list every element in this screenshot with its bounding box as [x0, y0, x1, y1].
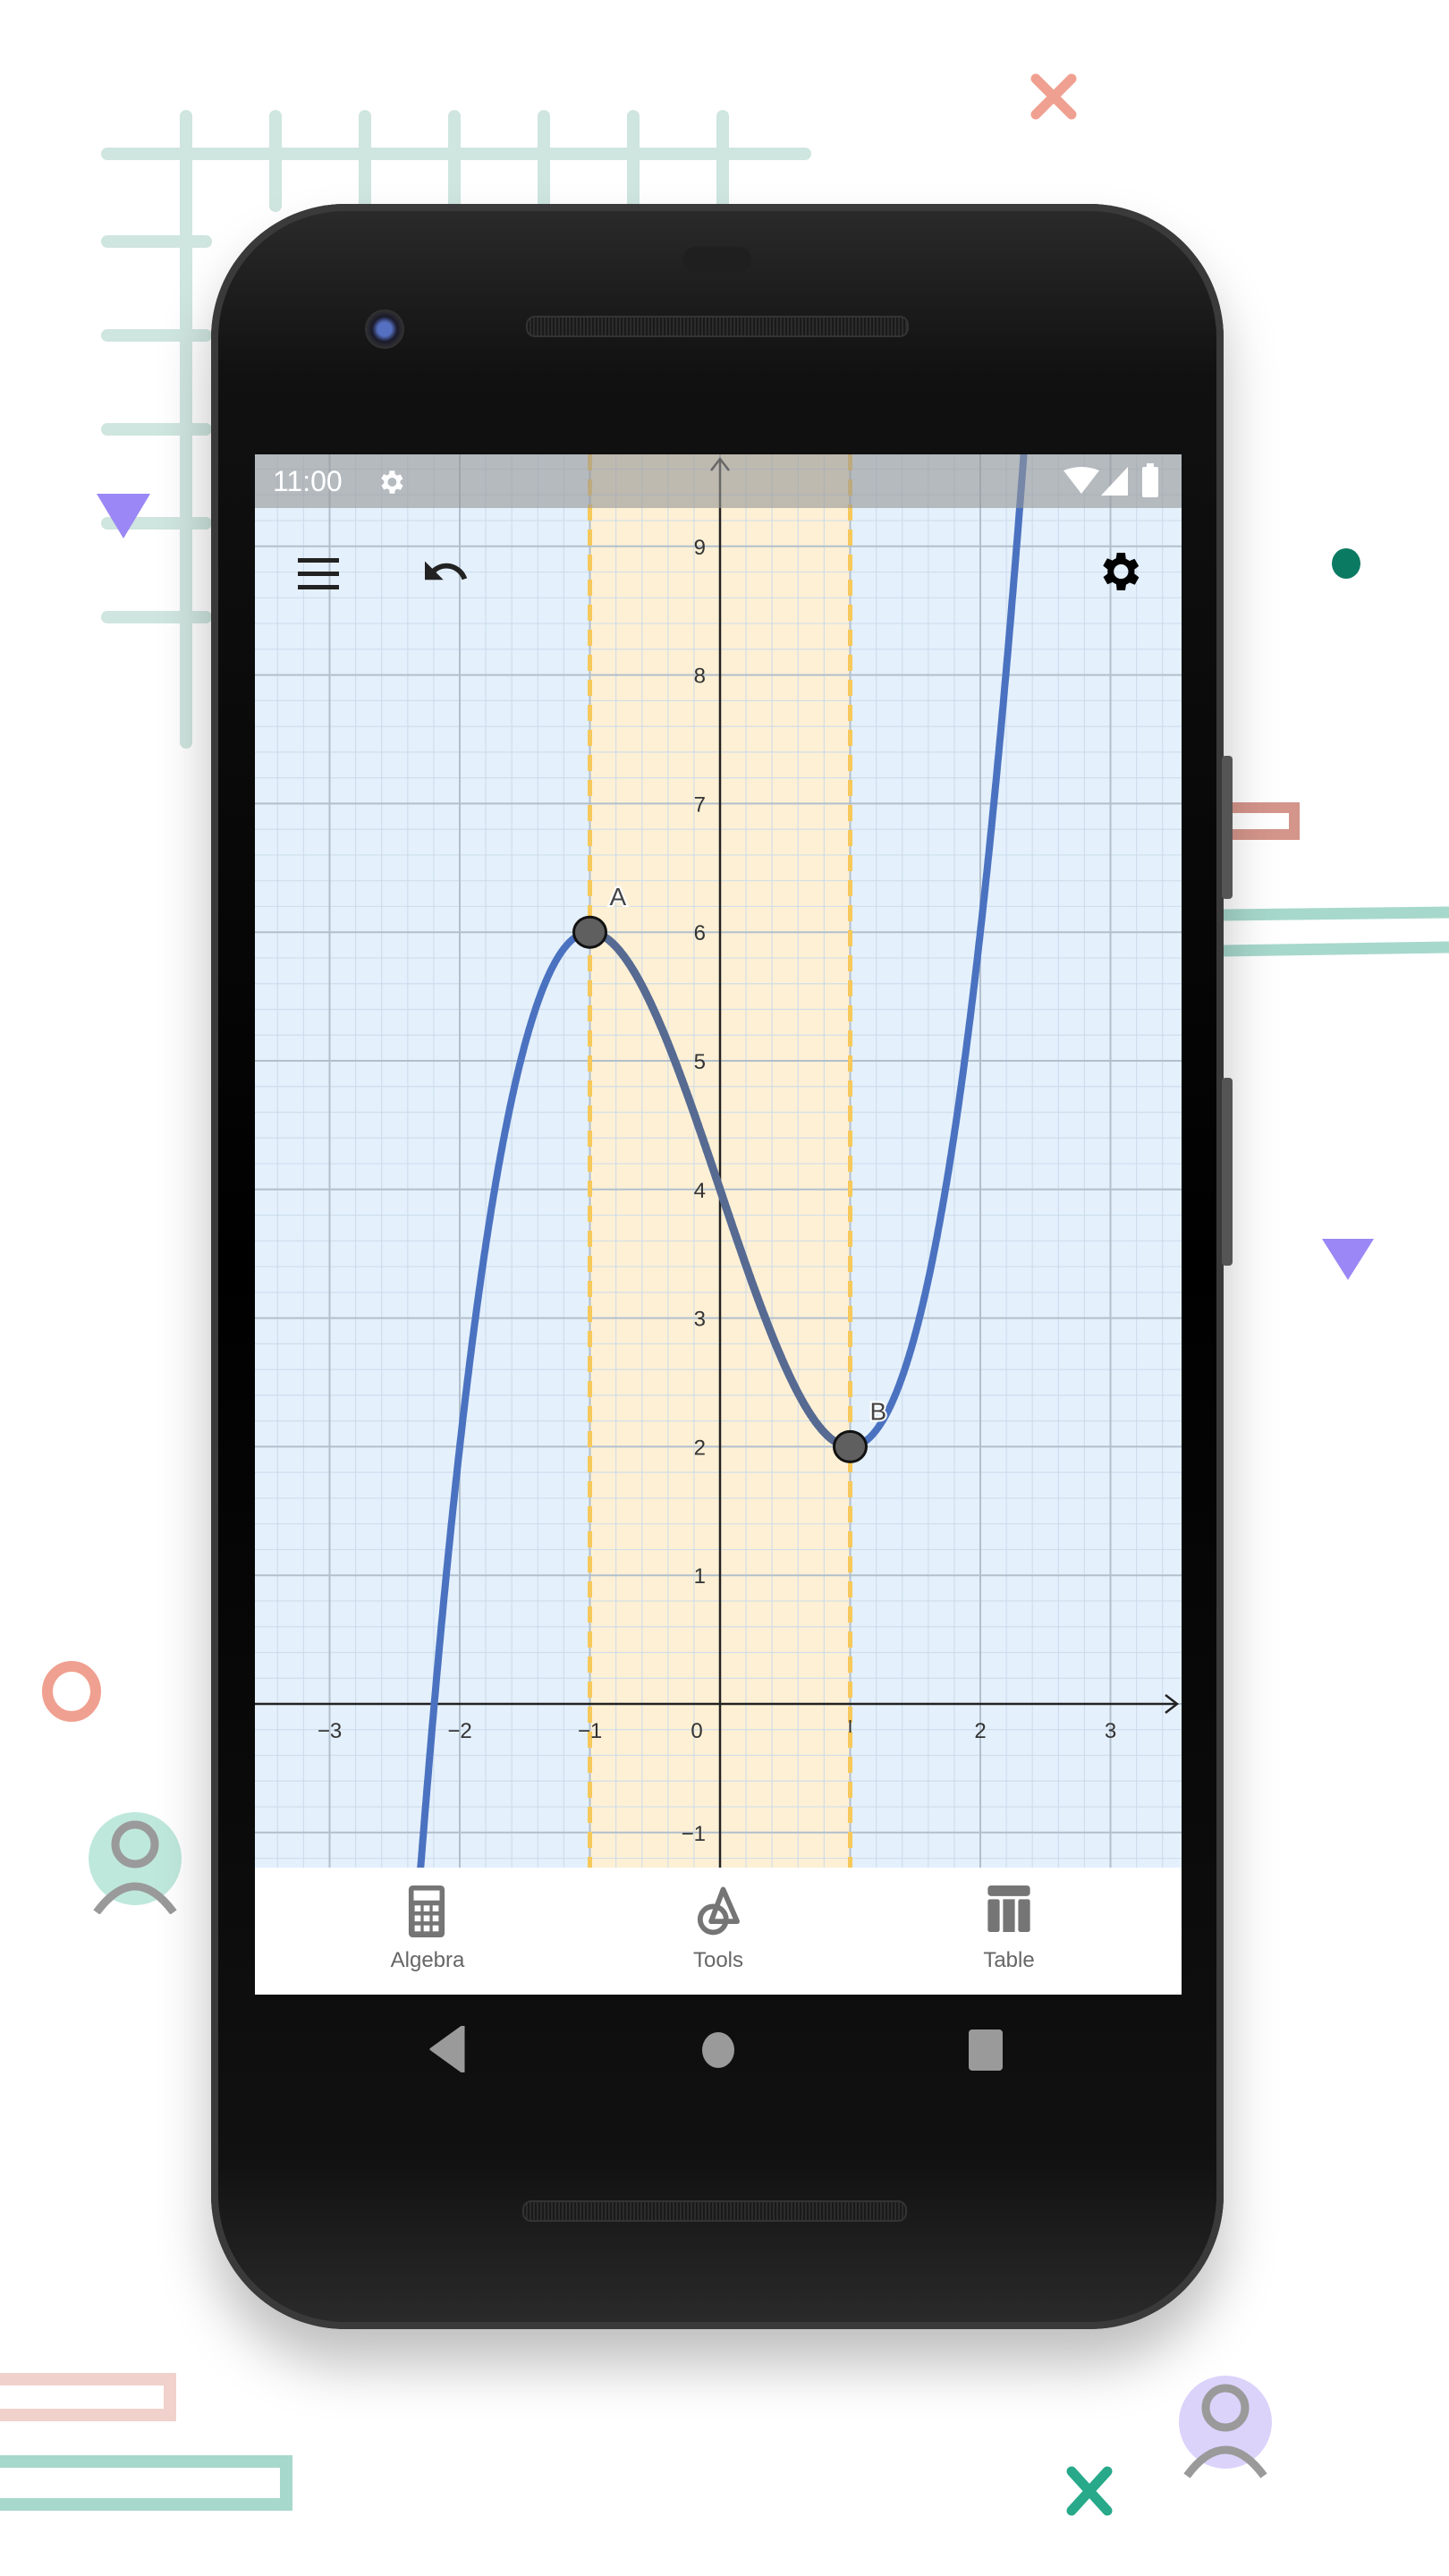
x-tick-label: −3 [318, 1719, 342, 1743]
x-tick-label: −2 [447, 1719, 471, 1743]
triangle-icon [97, 494, 150, 538]
point-label: B [870, 1397, 887, 1425]
x-tick-label: 0 [691, 1719, 702, 1743]
earpiece-speaker [526, 316, 909, 337]
x-mark-icon [1030, 73, 1077, 120]
back-triangle-icon[interactable] [429, 2026, 465, 2072]
dot-icon [1332, 548, 1360, 579]
y-tick-label: 2 [694, 1436, 706, 1460]
shapes-tool-icon [697, 1886, 740, 1936]
x-tick-label: −1 [578, 1719, 602, 1743]
y-tick-label: −1 [682, 1822, 706, 1846]
y-tick-label: 6 [694, 921, 706, 945]
cellular-signal-icon [1101, 467, 1128, 496]
recents-square-icon[interactable] [968, 2029, 1004, 2072]
pink-bracket-doodle [1230, 802, 1300, 840]
x-mark-icon [1066, 2466, 1113, 2516]
tab-algebra[interactable]: Algebra [338, 1868, 517, 1995]
table-icon [987, 1885, 1030, 1932]
graphing-canvas[interactable]: −3 −2 −1 0 2 3 −1 1 2 3 4 5 6 7 8 9 A B [255, 454, 1182, 1995]
power-button[interactable] [1222, 756, 1233, 899]
home-circle-icon[interactable] [700, 2030, 736, 2070]
front-camera-icon [365, 309, 404, 349]
y-tick-label: 8 [694, 665, 706, 689]
settings-notification-icon [381, 470, 403, 494]
triangle-icon [1322, 1239, 1374, 1280]
tab-label: Algebra [390, 1948, 465, 1972]
y-tick-label: 5 [694, 1050, 706, 1074]
point-a[interactable] [572, 915, 607, 949]
tab-label: Tools [692, 1948, 744, 1972]
volume-button[interactable] [1222, 1078, 1233, 1266]
bottom-tab-bar: Algebra Tools Table [255, 1868, 1182, 1995]
y-tick-label: 9 [694, 536, 706, 560]
status-bar: 11:00 [255, 454, 1182, 508]
status-time: 11:00 [273, 465, 343, 497]
y-tick-label: 3 [694, 1308, 706, 1332]
wifi-icon [1063, 467, 1099, 494]
y-tick-label: 4 [694, 1179, 706, 1203]
gear-icon[interactable] [1094, 546, 1144, 597]
battery-icon [1142, 463, 1158, 497]
hamburger-menu-icon[interactable] [298, 556, 341, 592]
point-b[interactable] [833, 1429, 868, 1463]
y-tick-label: 1 [694, 1564, 706, 1589]
teal-lines-doodle [1224, 906, 1449, 957]
tab-tools[interactable]: Tools [629, 1868, 808, 1995]
app-screen: −3 −2 −1 0 2 3 −1 1 2 3 4 5 6 7 8 9 A B 11:00 Algebra Too… [255, 454, 1182, 1995]
x-tick-label: 2 [974, 1719, 986, 1743]
tab-table[interactable]: Table [919, 1868, 1098, 1995]
tab-label: Table [983, 1948, 1035, 1972]
proximity-sensor [683, 247, 751, 272]
user-avatar-icon [89, 1812, 182, 1914]
y-tick-label: 7 [694, 792, 706, 817]
x-tick-label: 3 [1105, 1719, 1116, 1743]
calculator-icon [408, 1885, 445, 1937]
teal-bracket-doodle [0, 2455, 292, 2511]
point-label: A [610, 883, 627, 911]
user-avatar-icon [1179, 2376, 1272, 2479]
pink-bracket-doodle [0, 2373, 176, 2421]
undo-icon[interactable] [420, 551, 470, 592]
bottom-speaker [522, 2200, 907, 2222]
circle-outline-icon [42, 1661, 101, 1722]
